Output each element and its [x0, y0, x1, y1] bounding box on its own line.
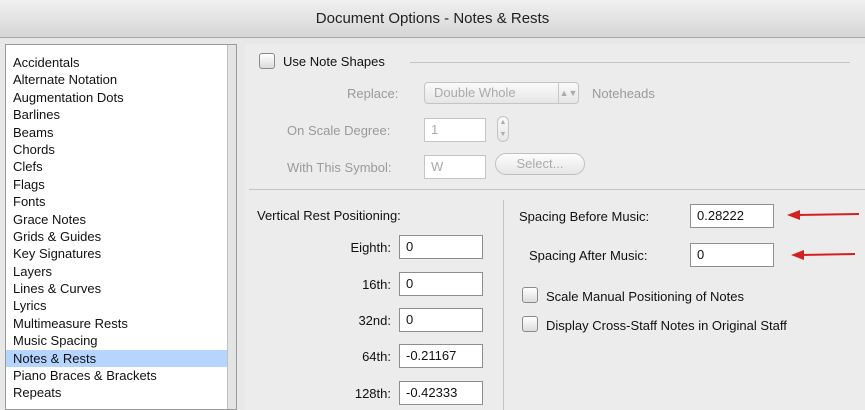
group-divider-top	[410, 62, 850, 63]
arrow-before-line	[796, 213, 860, 216]
sidebar-item[interactable]: Multimeasure Rests	[6, 315, 236, 332]
category-list[interactable]: Accidentals Alternate Notation Augmentatio…	[5, 44, 237, 410]
rest-row-input[interactable]: -0.21167	[399, 344, 483, 368]
scale-manual-positioning-checkbox[interactable]	[522, 287, 538, 303]
noteheads-label: Noteheads	[592, 86, 655, 101]
scale-degree-input[interactable]: 1	[424, 118, 486, 142]
category-list-scrollbar[interactable]	[227, 45, 236, 409]
cross-staff-notes-label: Display Cross-Staff Notes in Original St…	[546, 318, 787, 333]
arrow-before-head	[787, 210, 800, 220]
scale-degree-stepper[interactable]: ▲ ▼	[497, 116, 509, 142]
spacing-before-label: Spacing Before Music:	[519, 209, 650, 224]
sidebar-item[interactable]: Lines & Curves	[6, 280, 236, 297]
symbol-input[interactable]: W	[424, 155, 486, 179]
spacing-before-input[interactable]: 0.28222	[690, 204, 774, 228]
sidebar-item[interactable]: Lyrics	[6, 297, 236, 314]
arrow-after-line	[800, 253, 856, 256]
section-divider	[249, 189, 865, 190]
rest-row-label: 32nd:	[358, 313, 391, 328]
sidebar-item[interactable]: Notes & Rests	[6, 349, 236, 368]
sidebar-item[interactable]: Barlines	[6, 106, 236, 123]
rest-row-label: Eighth:	[350, 240, 391, 255]
use-note-shapes-label: Use Note Shapes	[283, 54, 385, 69]
rest-row-input[interactable]: -0.42333	[399, 381, 483, 405]
rest-row-input[interactable]: 0	[399, 272, 483, 296]
spacing-after-input[interactable]: 0	[690, 243, 774, 267]
notehead-type-value: Double Whole	[434, 85, 516, 100]
scale-manual-positioning-label: Scale Manual Positioning of Notes	[546, 289, 745, 304]
spacing-after-label: Spacing After Music:	[529, 248, 648, 263]
rest-row-label: 128th:	[354, 386, 391, 401]
sidebar-item[interactable]: Layers	[6, 263, 236, 280]
use-note-shapes-checkbox[interactable]	[259, 53, 275, 69]
rest-row-input[interactable]: 0	[399, 308, 483, 332]
sidebar-item[interactable]: Chords	[6, 141, 236, 158]
popup-arrows-icon: ▲▼	[558, 83, 578, 103]
sidebar-item[interactable]: Fonts	[6, 193, 236, 210]
rest-row-label: 64th:	[362, 349, 391, 364]
sidebar-item[interactable]: Augmentation Dots	[6, 89, 236, 106]
sidebar-item[interactable]: Music Spacing	[6, 332, 236, 349]
rest-row-label: 16th:	[362, 277, 391, 292]
scale-degree-label: On Scale Degree:	[287, 123, 391, 138]
sidebar-item[interactable]: Flags	[6, 176, 236, 193]
sidebar-item[interactable]: Accidentals	[6, 54, 236, 71]
sidebar-item[interactable]: Piano Braces & Brackets	[6, 367, 236, 384]
window-title: Document Options - Notes & Rests	[0, 0, 865, 38]
select-symbol-button[interactable]: Select...	[495, 153, 585, 175]
annotation-arrows	[787, 210, 860, 260]
sidebar-item[interactable]: Clefs	[6, 158, 236, 175]
sidebar-item[interactable]: Key Signatures	[6, 245, 236, 262]
arrow-after-head	[791, 250, 804, 260]
replace-label: Replace:	[347, 86, 399, 101]
sidebar-item[interactable]: Beams	[6, 124, 236, 141]
annotation-arrow-group	[787, 210, 860, 260]
options-panel: Use Note Shapes Replace: Double Whole ▲▼…	[245, 44, 865, 410]
rest-row-input[interactable]: 0	[399, 235, 483, 259]
sidebar-item[interactable]: Grids & Guides	[6, 228, 236, 245]
sidebar-item[interactable]: Alternate Notation	[6, 71, 236, 88]
category-list-items: Accidentals Alternate Notation Augmentatio…	[6, 45, 236, 402]
sidebar-item[interactable]: Repeats	[6, 384, 236, 401]
column-divider	[503, 200, 504, 410]
symbol-label: With This Symbol:	[287, 160, 392, 175]
sidebar-item[interactable]: Grace Notes	[6, 211, 236, 228]
cross-staff-notes-checkbox[interactable]	[522, 316, 538, 332]
rest-positioning-heading: Vertical Rest Positioning:	[257, 208, 401, 223]
notehead-type-popup[interactable]: Double Whole ▲▼	[424, 82, 579, 104]
